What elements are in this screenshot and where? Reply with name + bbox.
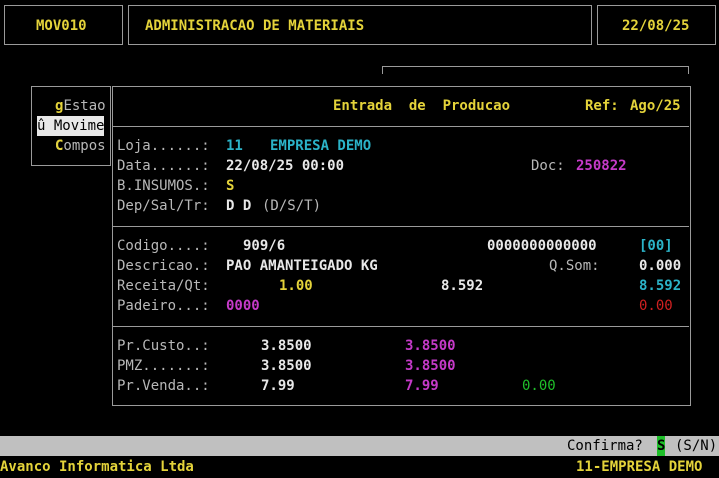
menu-item-movimento[interactable]: û Movime	[37, 116, 105, 136]
ref-value: Ago/25	[630, 98, 681, 114]
program-code: MOV010	[36, 18, 87, 34]
padeiro-value[interactable]: 0000	[226, 296, 260, 316]
dep-value[interactable]: D D	[226, 196, 251, 216]
menu-item-gestao[interactable]: gEstao	[55, 96, 106, 116]
codigo-barcode: 0000000000000	[487, 238, 597, 254]
receita-label: Receita/Qt:	[117, 278, 210, 294]
top-bracket-left	[382, 66, 383, 74]
data-label: Data......:	[117, 158, 210, 174]
footer-company: Avanco Informatica Ltda	[0, 459, 194, 475]
prvenda-value-alt: 7.99	[405, 378, 439, 394]
loja-name: EMPRESA DEMO	[270, 138, 372, 154]
prcusto-value: 3.8500	[261, 338, 312, 354]
prvenda-label: Pr.Venda..:	[117, 378, 210, 394]
form-section-divider-2	[113, 326, 689, 327]
doc-value[interactable]: 250822	[576, 156, 627, 176]
loja-label: Loja......:	[117, 138, 210, 154]
descricao-value: PAO AMANTEIGADO KG	[226, 258, 378, 274]
loja-code[interactable]: 11	[226, 136, 243, 156]
codigo-label: Codigo....:	[117, 238, 210, 254]
app-title: ADMINISTRACAO DE MATERIAIS	[145, 18, 365, 34]
qsom-label: Q.Som:	[549, 258, 600, 274]
top-bracket-right	[688, 66, 689, 74]
prvenda-value: 7.99	[261, 378, 295, 394]
prvenda-value-extra: 0.00	[522, 378, 556, 394]
top-bracket-line	[382, 66, 689, 67]
ref-label: Ref:	[585, 98, 619, 114]
header-date: 22/08/25	[622, 18, 690, 34]
form-section-divider-1	[113, 226, 689, 227]
binsumos-value[interactable]: S	[226, 176, 234, 196]
dep-label: Dep/Sal/Tr:	[117, 198, 210, 214]
codigo-value[interactable]: 909/6	[243, 236, 285, 256]
pmz-value: 3.8500	[261, 358, 312, 374]
descricao-label: Descricao.:	[117, 258, 210, 274]
codigo-bracket: [00]	[639, 238, 673, 254]
receita-qty: 8.592	[441, 278, 484, 294]
form-title: Entrada de Producao	[333, 98, 511, 114]
qsom-value: 0.000	[639, 258, 682, 274]
pmz-label: PMZ.......:	[117, 358, 210, 374]
confirm-prompt: Confirma?	[567, 438, 643, 454]
receita-qty-total: 8.592	[639, 278, 682, 294]
dep-hint: (D/S/T)	[262, 198, 322, 214]
prcusto-label: Pr.Custo..:	[117, 338, 210, 354]
doc-label: Doc:	[531, 158, 565, 174]
padeiro-label: Padeiro...:	[117, 298, 210, 314]
footer-empresa: 11-EMPRESA DEMO	[576, 459, 703, 475]
confirm-answer[interactable]: S	[657, 436, 666, 456]
form-title-divider	[113, 126, 689, 127]
pmz-value-alt: 3.8500	[405, 358, 456, 374]
data-value[interactable]: 22/08/25 00:00	[226, 156, 344, 176]
binsumos-label: B.INSUMOS.:	[117, 178, 210, 194]
padeiro-value-total: 0.00	[639, 298, 673, 314]
confirm-options: (S/N)	[675, 438, 718, 454]
menu-item-compos-hotkey: C	[55, 138, 64, 154]
receita-value[interactable]: 1.00	[279, 276, 313, 296]
prcusto-value-alt: 3.8500	[405, 338, 456, 354]
